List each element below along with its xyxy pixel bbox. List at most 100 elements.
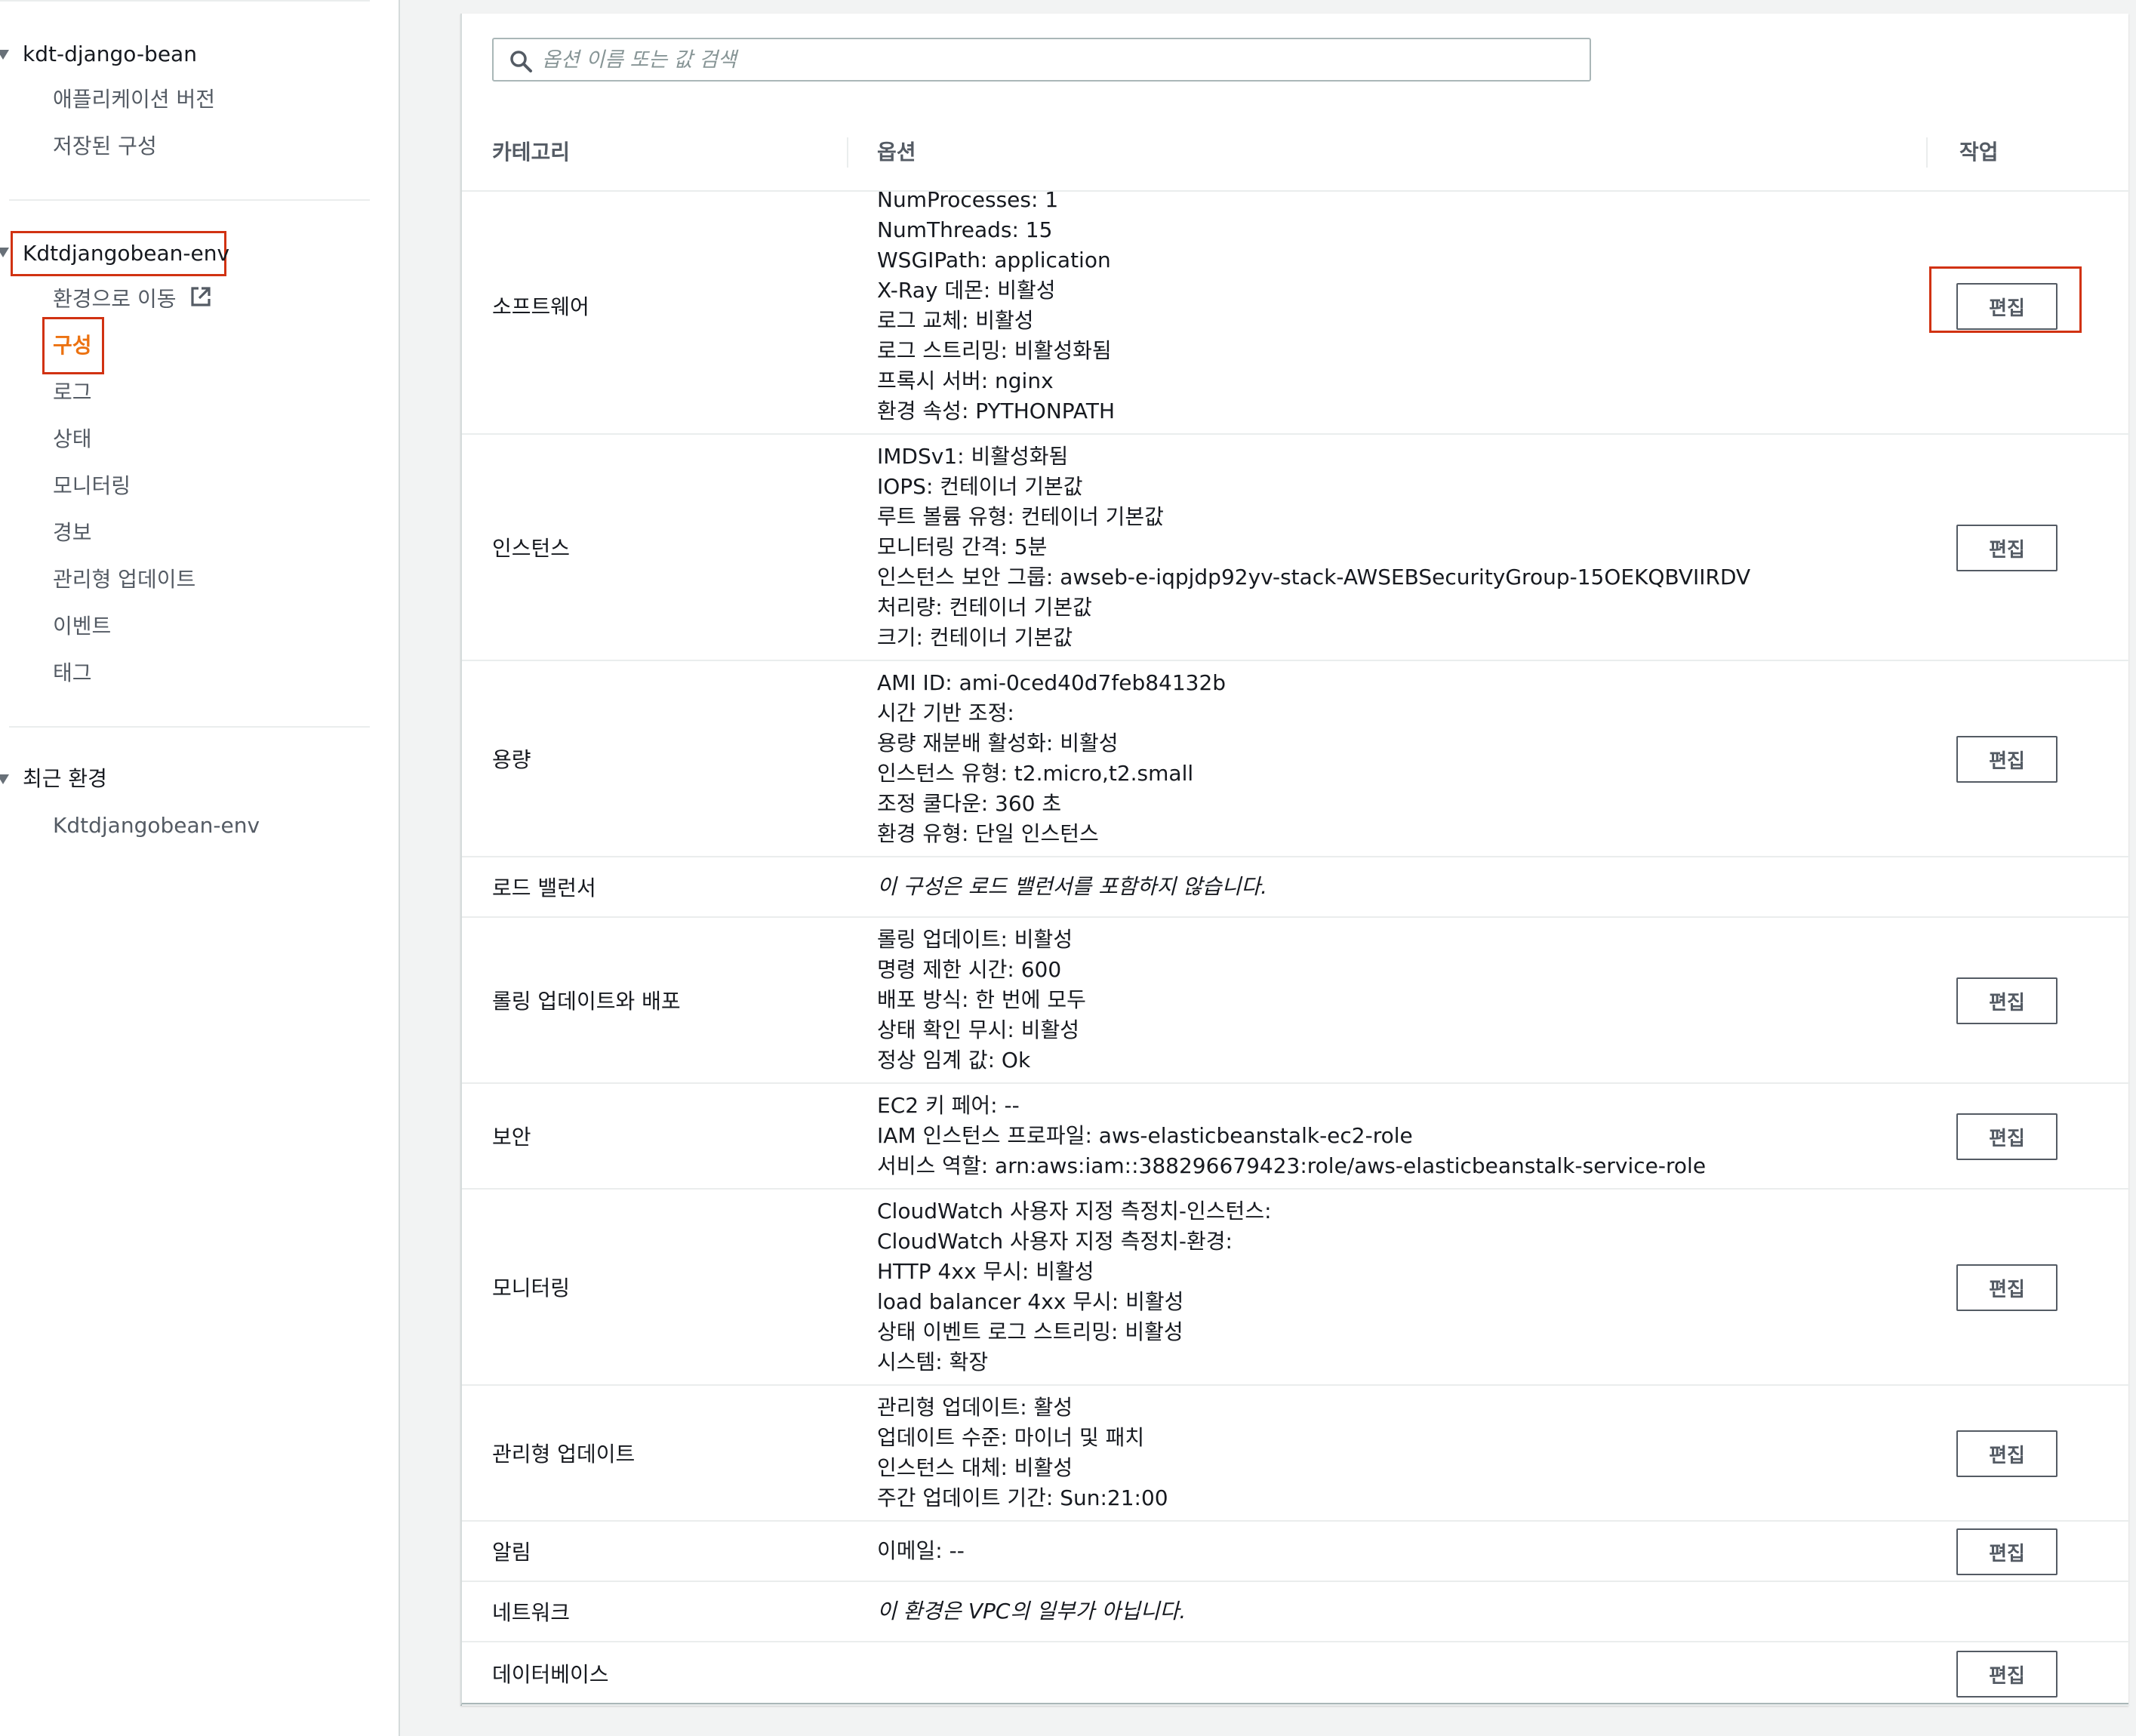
table-row: 인스턴스 IMDSv1: 비활성화됨 IOPS: 컨테이너 기본값 루트 볼륨 유형:… <box>462 435 2130 661</box>
option-line: 이 구성은 로드 밸런서를 포함하지 않습니다. <box>877 874 1268 899</box>
edit-button[interactable]: 편집 <box>1956 977 2058 1024</box>
edit-button[interactable]: 편집 <box>1956 1651 2058 1698</box>
sidebar-item-managed-updates[interactable]: 관리형 업데이트 <box>53 566 195 593</box>
sidebar-item-recent-env[interactable]: Kdtdjangobean-env <box>53 812 260 839</box>
row-options: IMDSv1: 비활성화됨 IOPS: 컨테이너 기본값 루트 볼륨 유형: 컨테이… <box>877 435 1750 660</box>
table-row: 모니터링 CloudWatch 사용자 지정 측정치-인스턴스: CloudWatc… <box>462 1190 2130 1386</box>
caret-down-icon[interactable] <box>0 774 9 784</box>
table-row: 데이터베이스 편집 <box>462 1642 2130 1706</box>
option-line: X-Ray 데몬: 비활성 <box>877 278 1056 303</box>
highlight-box-edit-button <box>1929 266 2082 333</box>
option-line: 롤링 업데이트: 비활성 <box>877 927 1073 952</box>
row-options: 이메일: -- <box>877 1522 965 1581</box>
sidebar-divider <box>9 726 370 728</box>
sidebar-item-app-versions[interactable]: 애플리케이션 버전 <box>53 86 215 113</box>
table-row: 로드 밸런서 이 구성은 로드 밸런서를 포함하지 않습니다. <box>462 857 2130 918</box>
external-link-icon <box>189 285 212 315</box>
option-line: 인스턴스 유형: t2.micro,t2.small <box>877 761 1194 786</box>
search-icon <box>509 49 533 76</box>
table-row: 롤링 업데이트와 배포 롤링 업데이트: 비활성명령 제한 시간: 600 배포 방… <box>462 918 2130 1084</box>
table-row: 용량 AMI ID: ami-0ced40d7feb84132b 시간 기반 조정:… <box>462 661 2130 857</box>
sidebar-recent-header: 최근 환경 <box>23 766 107 791</box>
caret-down-icon[interactable] <box>0 248 9 257</box>
table-row: 소프트웨어 NumProcesses: 1 NumThreads: 15 WSGIPa… <box>462 178 2130 435</box>
edit-button[interactable]: 편집 <box>1956 525 2058 571</box>
edit-button[interactable]: 편집 <box>1956 736 2058 783</box>
row-options: 이 구성은 로드 밸런서를 포함하지 않습니다. <box>877 857 1267 916</box>
row-options: CloudWatch 사용자 지정 측정치-인스턴스: CloudWatch 사용… <box>877 1190 1272 1384</box>
row-options: 이 환경은 VPC의 일부가 아닙니다. <box>877 1582 1186 1641</box>
row-category: 용량 <box>492 747 531 772</box>
option-line: 루트 볼륨 유형: 컨테이너 기본값 <box>877 504 1164 529</box>
row-options: AMI ID: ami-0ced40d7feb84132b 시간 기반 조정: 용량… <box>877 661 1226 856</box>
option-line: AMI ID: ami-0ced40d7feb84132b <box>877 670 1227 695</box>
sidebar-item-health[interactable]: 상태 <box>53 426 92 453</box>
sidebar-item-logs[interactable]: 로그 <box>53 379 92 406</box>
caret-down-icon[interactable] <box>0 50 9 60</box>
row-options: EC2 키 페어: -- IAM 인스턴스 프로파일: aws-elasticbe… <box>877 1084 1706 1188</box>
row-category: 네트워크 <box>492 1600 571 1625</box>
option-line: 상태 확인 무시: 비활성 <box>877 1017 1079 1042</box>
option-line: CloudWatch 사용자 지정 측정치-인스턴스: <box>877 1199 1272 1224</box>
edit-button[interactable]: 편집 <box>1956 1113 2058 1160</box>
row-category: 소프트웨어 <box>492 294 589 319</box>
sidebar-item-tags[interactable]: 태그 <box>53 660 92 687</box>
option-line: load balancer 4xx 무시: 비활성 <box>877 1289 1184 1314</box>
row-category: 데이터베이스 <box>492 1662 609 1687</box>
option-line: IAM 인스턴스 프로파일: aws-elasticbeanstalk-ec2-… <box>877 1123 1413 1148</box>
option-line: HTTP 4xx 무시: 비활성 <box>877 1259 1094 1284</box>
table-row: 보안 EC2 키 페어: -- IAM 인스턴스 프로파일: aws-elastic… <box>462 1084 2130 1190</box>
option-line: 업데이트 수준: 마이너 및 패치 <box>877 1425 1145 1450</box>
option-line: 처리량: 컨테이너 기본값 <box>877 595 1092 620</box>
edit-button[interactable]: 편집 <box>1956 1264 2058 1311</box>
option-line: 상태 이벤트 로그 스트리밍: 비활성 <box>877 1319 1183 1344</box>
row-category: 로드 밸런서 <box>492 876 596 900</box>
column-separator <box>1926 137 1928 168</box>
configuration-panel: 카테고리 옵션 작업 소프트웨어NumProcesses: 1NumThread… <box>460 14 2130 1706</box>
sidebar-item-alarms[interactable]: 경보 <box>53 519 92 546</box>
row-category: 롤링 업데이트와 배포 <box>492 989 681 1014</box>
sidebar-item-saved-configs[interactable]: 저장된 구성 <box>53 133 157 160</box>
row-category: 알림 <box>492 1540 531 1565</box>
option-line: 프록시 서버: nginx <box>877 368 1054 393</box>
sidebar-item-label: 환경으로 이동 <box>53 286 177 312</box>
row-category: 인스턴스 <box>492 536 571 561</box>
option-line: 크기: 컨테이너 기본값 <box>877 625 1073 650</box>
row-options: 관리형 업데이트: 활성 업데이트 수준: 마이너 및 패치 인스턴스 대체: 비활… <box>877 1386 1168 1520</box>
option-line: 시간 기반 조정: <box>877 700 1014 725</box>
sidebar-item-monitoring[interactable]: 모니터링 <box>53 472 131 500</box>
column-separator <box>847 137 848 168</box>
option-line: 명령 제한 시간: 600 <box>877 957 1062 982</box>
option-line: IOPS: 컨테이너 기본값 <box>877 474 1083 499</box>
search-box <box>492 38 1591 82</box>
option-line: 서비스 역할: arn:aws:iam::388296679423:role/a… <box>877 1153 1707 1178</box>
option-line: 인스턴스 보안 그룹: awseb-e-iqpjdp92yv-stack-AWS… <box>877 565 1751 589</box>
row-options: NumProcesses: 1 NumThreads: 15 WSGIPath: a… <box>877 178 1115 433</box>
sidebar-item-events[interactable]: 이벤트 <box>53 613 111 640</box>
option-line: 이 환경은 VPC의 일부가 아닙니다. <box>877 1599 1186 1624</box>
option-line: 배포 방식: 한 번에 모두 <box>877 987 1086 1012</box>
option-line: NumThreads: 15 <box>877 217 1053 242</box>
option-line: 모니터링 간격: 5분 <box>877 534 1048 559</box>
edit-button[interactable]: 편집 <box>1956 1528 2058 1575</box>
option-line: 조정 쿨다운: 360 초 <box>877 791 1062 816</box>
row-category: 보안 <box>492 1125 531 1150</box>
option-line: 환경 유형: 단일 인스턴스 <box>877 821 1099 846</box>
option-line: 로그 교체: 비활성 <box>877 308 1034 333</box>
sidebar-app-name[interactable]: kdt-django-bean <box>23 41 197 68</box>
search-input[interactable] <box>542 44 1576 75</box>
sidebar-env-name[interactable]: Kdtdjangobean-env <box>23 240 229 267</box>
edit-button[interactable]: 편집 <box>1956 1430 2058 1477</box>
option-line: NumProcesses: 1 <box>877 187 1059 212</box>
sidebar-item-configuration[interactable]: 구성 <box>53 332 92 359</box>
option-line: 이메일: -- <box>877 1538 965 1563</box>
option-line: 주간 업데이트 기간: Sun:21:00 <box>877 1485 1168 1510</box>
option-line: WSGIPath: application <box>877 248 1111 272</box>
row-options: 롤링 업데이트: 비활성명령 제한 시간: 600 배포 방식: 한 번에 모두상… <box>877 918 1086 1082</box>
table-row: 네트워크 이 환경은 VPC의 일부가 아닙니다. <box>462 1582 2130 1642</box>
option-line: 용량 재분배 활성화: 비활성 <box>877 731 1119 756</box>
option-line: 로그 스트리밍: 비활성화됨 <box>877 338 1112 363</box>
table-row: 알림 이메일: -- 편집 <box>462 1522 2130 1582</box>
option-line: 시스템: 확장 <box>877 1350 989 1374</box>
sidebar-item-go-to-env[interactable]: 환경으로 이동 <box>53 285 212 315</box>
